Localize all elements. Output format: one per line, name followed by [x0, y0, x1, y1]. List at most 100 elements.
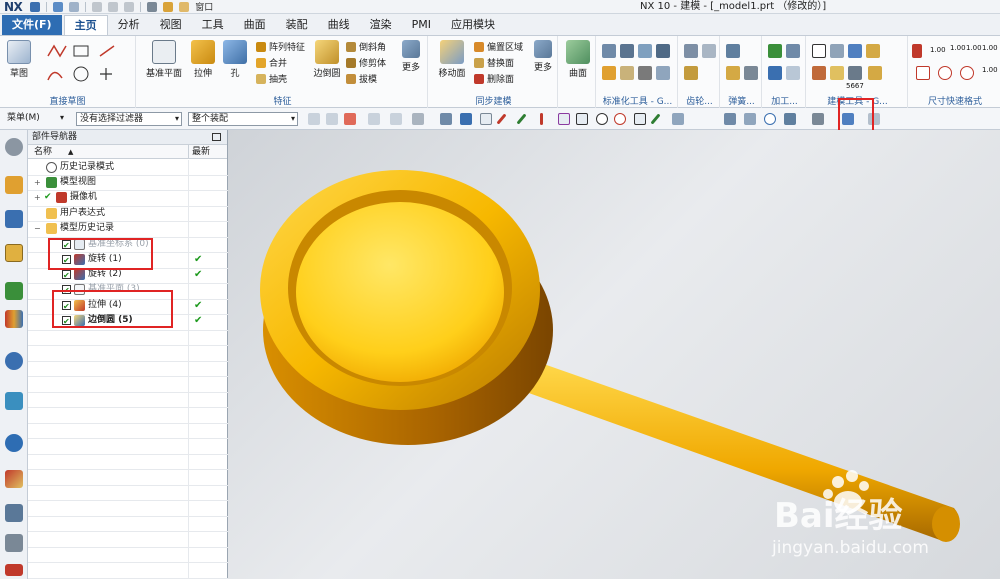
tool-icon[interactable] [638, 66, 652, 80]
snap-tangent-icon[interactable] [576, 113, 588, 125]
sort-asc-icon[interactable]: ▲ [68, 145, 73, 159]
edge-blend-button[interactable]: 边倒圆 [310, 40, 344, 79]
tab-assembly[interactable]: 装配 [276, 15, 318, 35]
selection-filter-select[interactable]: 没有选择过滤器 ▾ [76, 112, 182, 126]
feature-icon[interactable] [868, 66, 882, 80]
spring-icon[interactable] [744, 66, 758, 80]
snap-icon[interactable] [440, 113, 452, 125]
offset-region-button[interactable]: 偏置区域 [474, 40, 523, 53]
process-icon[interactable] [768, 44, 782, 58]
snap-center-icon[interactable] [596, 113, 608, 125]
spring-icon[interactable] [726, 66, 740, 80]
constraint-navigator-icon[interactable] [5, 210, 23, 228]
layer-icon[interactable] [784, 113, 796, 125]
undo-icon[interactable] [53, 1, 64, 12]
tab-home[interactable]: 主页 [63, 15, 108, 35]
tab-surface[interactable]: 曲面 [234, 15, 276, 35]
trim-body-button[interactable]: 修剪体 [346, 56, 386, 69]
touch-mode-icon[interactable] [163, 1, 174, 12]
tool-icon[interactable] [656, 66, 670, 80]
feature-icon[interactable] [848, 66, 862, 80]
tree-row-user-expressions[interactable]: 用户表达式 [28, 206, 228, 221]
unite-button[interactable]: 合并 [256, 56, 287, 69]
column-latest[interactable]: 最新 [192, 145, 210, 159]
tool-icon[interactable] [638, 44, 652, 58]
tree-row-model-history[interactable]: − 模型历史记录 [28, 221, 228, 236]
tab-view[interactable]: 视图 [150, 15, 192, 35]
part-navigator-icon[interactable] [5, 244, 23, 262]
column-name[interactable]: 名称 [34, 145, 52, 159]
feature-icon[interactable] [830, 66, 844, 80]
tree-row-history-mode[interactable]: 历史记录模式 [28, 160, 228, 175]
snap-intersection-icon[interactable] [558, 113, 570, 125]
extrude-button[interactable]: 拉伸 [188, 40, 218, 79]
draft-button[interactable]: 拔模 [346, 72, 377, 85]
fit-view-icon[interactable] [744, 113, 756, 125]
block-icon[interactable] [848, 44, 862, 58]
gear-icon[interactable] [702, 44, 716, 58]
snap-icon[interactable] [460, 113, 472, 125]
system-materials-icon[interactable] [5, 470, 23, 488]
window-icon[interactable] [179, 1, 190, 12]
repeat-command-icon[interactable] [147, 1, 158, 12]
selection-scope-select[interactable]: 整个装配 ▾ [188, 112, 298, 126]
radius-icon[interactable] [960, 66, 974, 80]
sketch-curve-tools[interactable] [44, 42, 130, 86]
reuse-library-icon[interactable] [5, 282, 23, 300]
tree-row-cameras[interactable]: + ✔ 摄像机 [28, 190, 228, 205]
refresh-icon[interactable] [764, 113, 776, 125]
shell-button[interactable]: 抽壳 [256, 72, 287, 85]
snap-on-face-icon[interactable] [672, 113, 684, 125]
tool-icon[interactable] [620, 66, 634, 80]
tool-icon[interactable] [656, 44, 670, 58]
tool-icon[interactable] [620, 44, 634, 58]
process-icon[interactable] [768, 66, 782, 80]
info-icon[interactable] [5, 352, 23, 370]
tree-row-model-views[interactable]: + 模型视图 [28, 175, 228, 190]
role-icon[interactable] [5, 564, 23, 576]
copy-icon[interactable] [108, 1, 119, 12]
snap-point-icon[interactable] [480, 113, 492, 125]
gear-icon[interactable] [684, 44, 698, 58]
render-style-icon[interactable] [812, 113, 824, 125]
tab-render[interactable]: 渲染 [360, 15, 402, 35]
triangle-icon[interactable] [812, 44, 826, 58]
sync-more-button[interactable]: 更多 [528, 40, 558, 73]
tool-icon[interactable] [602, 66, 616, 80]
datum-plane-button[interactable]: 基准平面 [144, 40, 184, 79]
settings-icon[interactable] [5, 138, 23, 156]
tab-analysis[interactable]: 分析 [108, 15, 150, 35]
snap-on-curve-icon[interactable] [650, 113, 661, 125]
window-menu[interactable]: 窗口 [195, 0, 213, 13]
snap-icon[interactable] [308, 113, 320, 125]
snap-control-icon[interactable] [540, 113, 543, 125]
feature-more-button[interactable]: 更多 [396, 40, 426, 73]
snap-icon[interactable] [344, 113, 356, 125]
tab-tools[interactable]: 工具 [192, 15, 234, 35]
process-icon[interactable] [786, 44, 800, 58]
paste-icon[interactable] [124, 1, 135, 12]
tab-curve[interactable]: 曲线 [318, 15, 360, 35]
plane-icon[interactable] [830, 44, 844, 58]
snap-icon[interactable] [390, 113, 402, 125]
pattern-grid-icon[interactable] [866, 44, 880, 58]
cut-icon[interactable] [92, 1, 103, 12]
menu-button[interactable]: 菜单(M) ▾ [4, 112, 66, 126]
expand-icon[interactable]: + [34, 175, 41, 190]
collapse-icon[interactable]: − [34, 221, 41, 236]
snap-endpoint-icon[interactable] [496, 113, 507, 125]
expand-icon[interactable]: + [34, 190, 41, 205]
assembly-navigator-icon[interactable] [5, 176, 23, 194]
snap-midpoint-icon[interactable] [516, 113, 527, 125]
snap-icon[interactable] [412, 113, 424, 125]
snap-icon[interactable] [368, 113, 380, 125]
save-icon[interactable] [30, 1, 41, 12]
tab-pmi[interactable]: PMI [402, 15, 441, 35]
process-studio-icon[interactable] [5, 504, 23, 522]
sketch-button[interactable]: 草图 [4, 40, 34, 79]
angle-icon[interactable] [916, 66, 930, 80]
surface-button[interactable]: 曲面 [563, 40, 593, 79]
dim-icon[interactable] [912, 44, 922, 58]
feature-icon[interactable] [812, 66, 826, 80]
snap-quadrant-icon[interactable] [614, 113, 626, 125]
